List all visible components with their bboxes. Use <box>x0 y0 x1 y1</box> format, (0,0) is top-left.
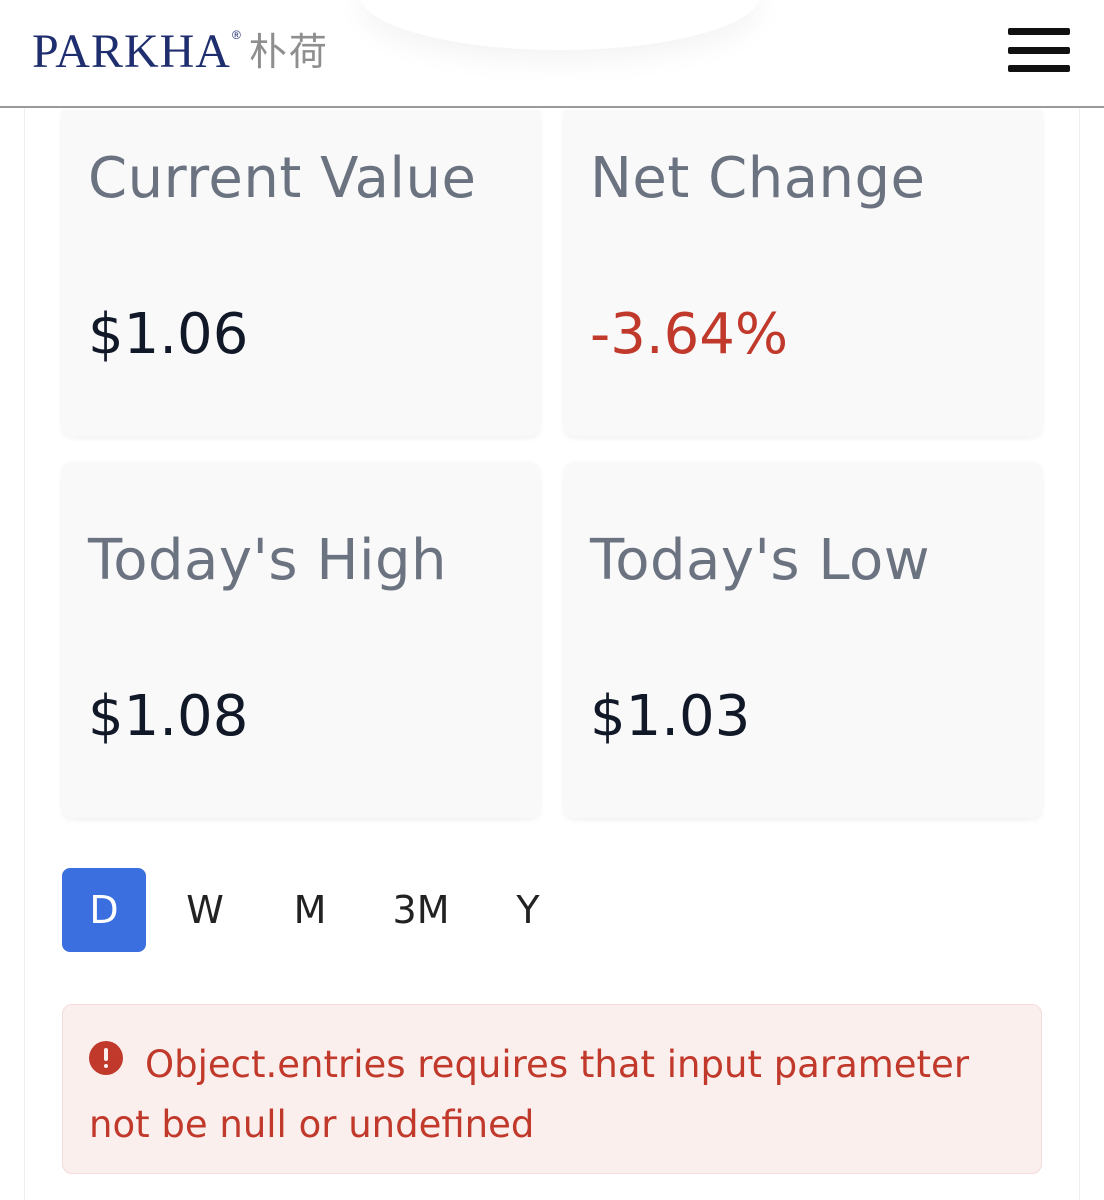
tab-three-months[interactable]: 3M <box>356 868 486 952</box>
current-value-amount: $1.06 <box>88 302 249 367</box>
top-header: PARKHA ® 朴荷 <box>0 0 1104 108</box>
error-alert: Object.entries requires that input param… <box>62 1004 1042 1174</box>
brand-name: PARKHA <box>32 25 231 78</box>
menu-bar <box>1008 46 1070 54</box>
brand-logo[interactable]: PARKHA ® 朴荷 <box>32 22 329 82</box>
todays-low-card: Today's Low $1.03 <box>564 462 1042 818</box>
brand-name-chinese: 朴荷 <box>248 30 329 74</box>
page: PARKHA ® 朴荷 Current Value $1.06 Net Chan… <box>0 0 1104 1200</box>
current-value-card: Current Value $1.06 <box>62 110 540 436</box>
tab-year[interactable]: Y <box>486 868 570 952</box>
menu-bar <box>1008 65 1070 72</box>
tab-month[interactable]: M <box>264 868 356 952</box>
menu-bar <box>1008 28 1070 35</box>
net-change-amount: -3.64% <box>590 302 789 367</box>
todays-high-amount: $1.08 <box>88 684 249 749</box>
net-change-label: Net Change <box>590 146 926 211</box>
error-message: Object.entries requires that input param… <box>89 1043 970 1146</box>
hamburger-menu-icon[interactable] <box>1008 28 1074 72</box>
time-range-tabs: D W M 3M Y <box>62 868 570 952</box>
registered-mark: ® <box>231 28 241 42</box>
todays-high-label: Today's High <box>88 528 448 593</box>
tab-day[interactable]: D <box>62 868 146 952</box>
todays-high-card: Today's High $1.08 <box>62 462 540 818</box>
todays-low-label: Today's Low <box>590 528 931 593</box>
current-value-label: Current Value <box>88 146 477 211</box>
net-change-card: Net Change -3.64% <box>564 110 1042 436</box>
tab-week[interactable]: W <box>146 868 264 952</box>
todays-low-amount: $1.03 <box>590 684 751 749</box>
header-shadow <box>360 0 760 50</box>
